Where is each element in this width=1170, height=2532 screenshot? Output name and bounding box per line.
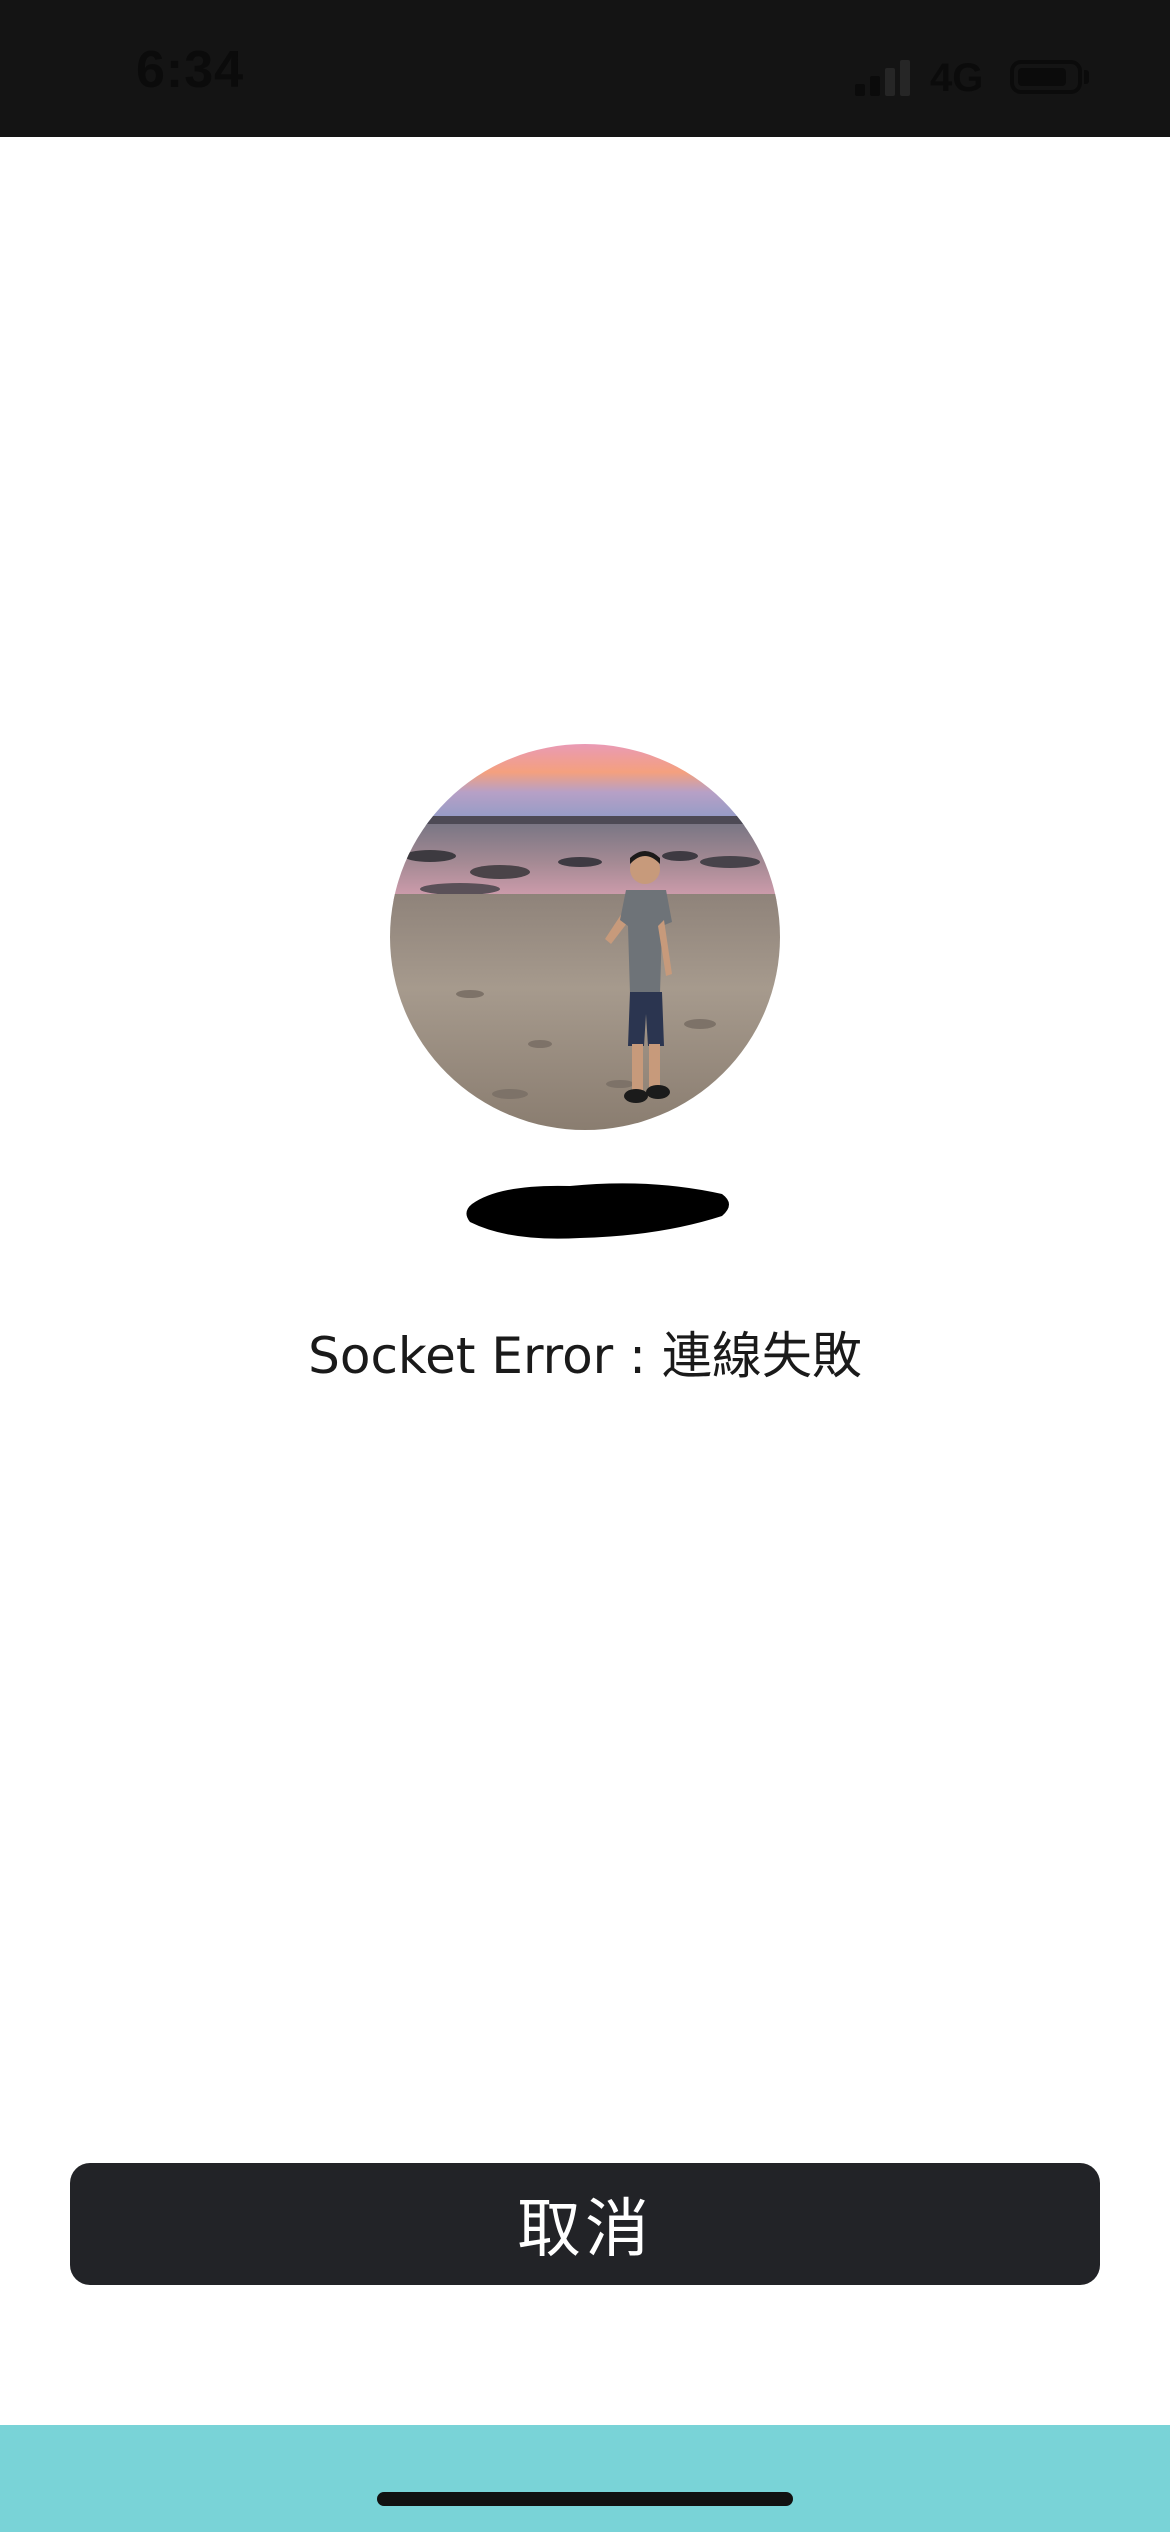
network-label: 4G bbox=[930, 56, 984, 100]
status-bar: 6:34 4G bbox=[0, 0, 1170, 137]
avatar-photo bbox=[390, 744, 780, 1130]
status-time: 6:34 bbox=[136, 41, 245, 99]
redacted-name bbox=[466, 1183, 729, 1239]
avatar bbox=[390, 744, 780, 1130]
bottom-bar bbox=[0, 2425, 1170, 2532]
battery-icon bbox=[1010, 60, 1082, 94]
cancel-button[interactable]: 取消 bbox=[70, 2163, 1100, 2285]
error-message: Socket Error : 連線失敗 bbox=[308, 1327, 862, 1385]
home-indicator[interactable] bbox=[377, 2492, 793, 2506]
signal-icon bbox=[855, 60, 915, 96]
